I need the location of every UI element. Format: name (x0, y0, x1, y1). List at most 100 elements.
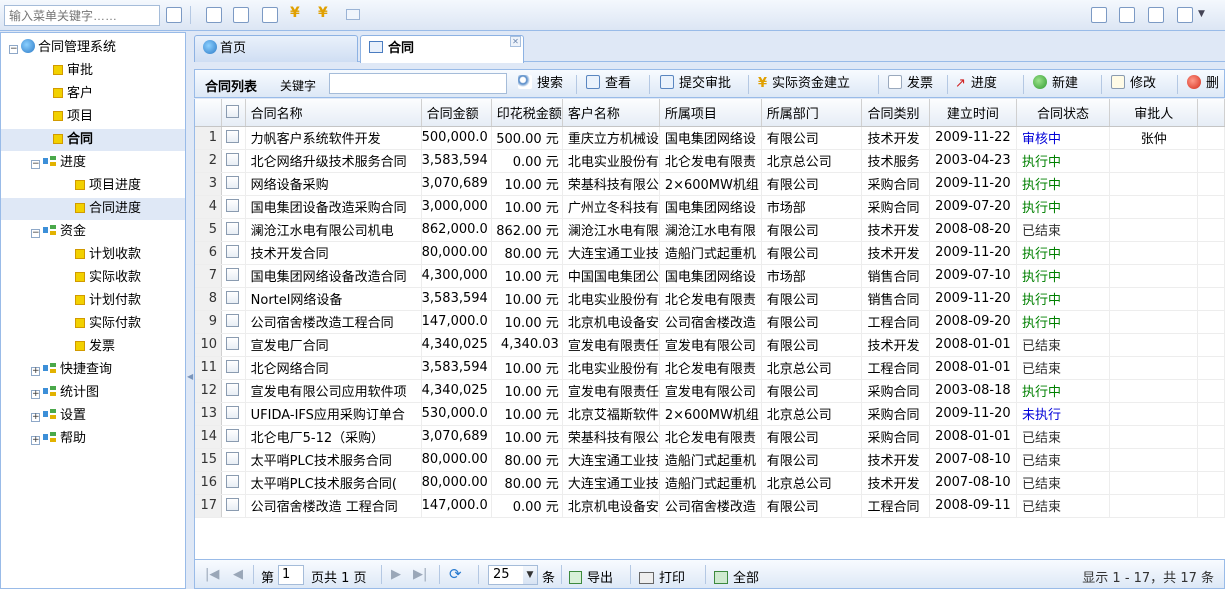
chevron-down-icon[interactable]: ▼ (523, 566, 537, 584)
tree-folder-charts[interactable]: + 统计图 (1, 382, 185, 404)
row-checkbox[interactable] (226, 176, 240, 189)
row-select-cell[interactable] (221, 494, 246, 518)
table-row[interactable]: 13 UFIDA-IFS应用采购订单合 530,000.0 10.00 元北京艾福斯软… (195, 402, 1225, 426)
tree-folder-settings[interactable]: + 设置 (1, 405, 185, 427)
column-header[interactable]: 审批人 (1109, 99, 1199, 127)
row-select-cell[interactable] (221, 333, 246, 357)
view-button[interactable]: 查看 (586, 75, 631, 93)
tab-contract[interactable]: 合同 (360, 35, 524, 63)
grid-icon[interactable] (262, 7, 278, 23)
table-row[interactable]: 17 公司宿舍楼改造 工程合同 147,000.0 0.00 元北京机电设备安 公司宿舍… (195, 494, 1225, 518)
new-button[interactable]: 新建 (1033, 75, 1078, 93)
menu-search-input[interactable] (4, 5, 160, 26)
table-row[interactable]: 3 网络设备采购 3,070,689 10.00 元荣基科技有限公 2×600MW机组有… (195, 172, 1225, 196)
tree-folder-funds[interactable]: − 资金 (1, 221, 185, 243)
collapse-icon[interactable]: − (31, 229, 40, 238)
close-icon[interactable]: ✕ (510, 36, 521, 47)
list-icon[interactable] (206, 7, 222, 23)
table-row[interactable]: 14 北仑电厂5-12（采购） 3,070,689 10.00 元荣基科技有限公 北仑发… (195, 425, 1225, 449)
column-header[interactable]: 所属项目 (659, 99, 762, 127)
table-row[interactable]: 4 国电集团设备改造采购合同 3,000,000 10.00 元广州立冬科技有 国电集团… (195, 195, 1225, 219)
column-header[interactable]: 合同名称 (245, 99, 422, 127)
invoice-button[interactable]: 发票 (888, 75, 933, 93)
tree-item-planned-payment[interactable]: 计划付款 (1, 290, 185, 312)
table-row[interactable]: 5 澜沧江水电有限公司机电 862,000.0 862.00 元澜沧江水电有限 澜沧江水… (195, 218, 1225, 242)
row-checkbox[interactable] (226, 383, 240, 396)
page-size-select[interactable]: 25 ▼ (488, 565, 538, 585)
row-select-cell[interactable] (221, 379, 246, 403)
row-checkbox[interactable] (226, 475, 240, 488)
row-checkbox[interactable] (226, 245, 240, 258)
next-page-icon[interactable]: ▶ (391, 567, 401, 582)
collapse-icon[interactable]: − (9, 45, 18, 54)
edit-button[interactable]: 修改 (1111, 75, 1156, 93)
tree-root[interactable]: − 合同管理系统 (1, 37, 185, 59)
collapse-left-icon[interactable]: ◀ (187, 372, 193, 381)
column-header[interactable]: 合同类别 (861, 99, 930, 127)
row-checkbox[interactable] (226, 222, 240, 235)
column-header[interactable]: 建立时间 (929, 99, 1018, 127)
column-header[interactable]: 客户名称 (562, 99, 660, 127)
keyword-input[interactable] (329, 73, 507, 94)
row-select-cell[interactable] (221, 149, 246, 173)
row-checkbox[interactable] (226, 314, 240, 327)
show-all-button[interactable]: 全部 (714, 567, 759, 586)
tree-item-project-progress[interactable]: 项目进度 (1, 175, 185, 197)
tab-home[interactable]: 首页 (194, 35, 358, 62)
fund-icon[interactable]: ¥ (290, 5, 300, 21)
calculator-icon[interactable] (1148, 7, 1164, 23)
tree-folder-quick-query[interactable]: + 快捷查询 (1, 359, 185, 381)
select-all-checkbox[interactable] (226, 104, 240, 118)
window-icon[interactable] (233, 7, 249, 23)
first-page-icon[interactable]: |◀ (205, 567, 219, 582)
window-menu-icon[interactable] (1177, 7, 1193, 23)
tree-item-contract[interactable]: 合同 (1, 129, 185, 151)
last-page-icon[interactable]: ▶| (413, 567, 427, 582)
magnifier-icon[interactable] (1119, 7, 1135, 23)
tree-item-contract-progress[interactable]: 合同进度 (1, 198, 185, 220)
tree-folder-help[interactable]: + 帮助 (1, 428, 185, 450)
tree-item-invoice[interactable]: 发票 (1, 336, 185, 358)
table-row[interactable]: 16 太平哨PLC技术服务合同(80,000.00 80.00 元大连宝通工业技 造船… (195, 471, 1225, 495)
chevron-down-icon[interactable]: ▼ (1198, 9, 1205, 19)
row-select-cell[interactable] (221, 402, 246, 426)
tree-item-planned-receipt[interactable]: 计划收款 (1, 244, 185, 266)
expand-icon[interactable]: + (31, 413, 40, 422)
column-header[interactable]: 合同金额 (421, 99, 492, 127)
progress-button[interactable]: ↗ 进度 (955, 75, 997, 93)
table-row[interactable]: 10 宣发电厂合同 4,340,025 4,340.03 宣发电有限责任 宣发电有限公司有… (195, 333, 1225, 357)
tree-item-actual-receipt[interactable]: 实际收款 (1, 267, 185, 289)
create-actual-fund-button[interactable]: ¥ 实际资金建立 (758, 75, 850, 93)
row-select-cell[interactable] (221, 425, 246, 449)
row-select-cell[interactable] (221, 356, 246, 380)
tree-item-actual-payment[interactable]: 实际付款 (1, 313, 185, 335)
select-all-header[interactable] (221, 99, 246, 127)
table-row[interactable]: 12 宣发电有限公司应用软件项 4,340,025 10.00 元宣发电有限责任 宣发电… (195, 379, 1225, 403)
table-row[interactable]: 7 国电集团网络设备改造合同 4,300,000 10.00 元中国国电集团公 国电集团… (195, 264, 1225, 288)
row-select-cell[interactable] (221, 241, 246, 265)
row-checkbox[interactable] (226, 452, 240, 465)
row-select-cell[interactable] (221, 126, 246, 150)
row-checkbox[interactable] (226, 498, 240, 511)
delete-button[interactable]: 删 (1187, 75, 1219, 93)
table-row[interactable]: 6 技术开发合同 80,000.00 80.00 元大连宝通工业技 造船门式起重机 有限公… (195, 241, 1225, 265)
column-header[interactable]: 所属部门 (761, 99, 863, 127)
submit-approval-button[interactable]: 提交审批 (660, 75, 731, 93)
row-select-cell[interactable] (221, 195, 246, 219)
expand-icon[interactable]: + (31, 367, 40, 376)
table-row[interactable]: 15 太平哨PLC技术服务合同 80,000.00 80.00 元大连宝通工业技 造船门… (195, 448, 1225, 472)
table-row[interactable]: 1 力帆客户系统软件开发 500,000.0 500.00 元重庆立方机械设 国电集团网… (195, 126, 1225, 150)
row-checkbox[interactable] (226, 406, 240, 419)
row-checkbox[interactable] (226, 153, 240, 166)
row-select-cell[interactable] (221, 471, 246, 495)
row-checkbox[interactable] (226, 268, 240, 281)
invoice-icon[interactable] (346, 9, 360, 20)
row-checkbox[interactable] (226, 360, 240, 373)
collapse-icon[interactable]: − (31, 160, 40, 169)
prev-page-icon[interactable]: ◀ (233, 567, 243, 582)
row-select-cell[interactable] (221, 287, 246, 311)
page-number-input[interactable]: 1 (278, 565, 304, 585)
table-row[interactable]: 8 Nortel网络设备 3,583,594 10.00 元北电实业股份有 北仑发电有限… (195, 287, 1225, 311)
mail-icon[interactable] (1091, 7, 1107, 23)
export-button[interactable]: 导出 (569, 567, 613, 586)
